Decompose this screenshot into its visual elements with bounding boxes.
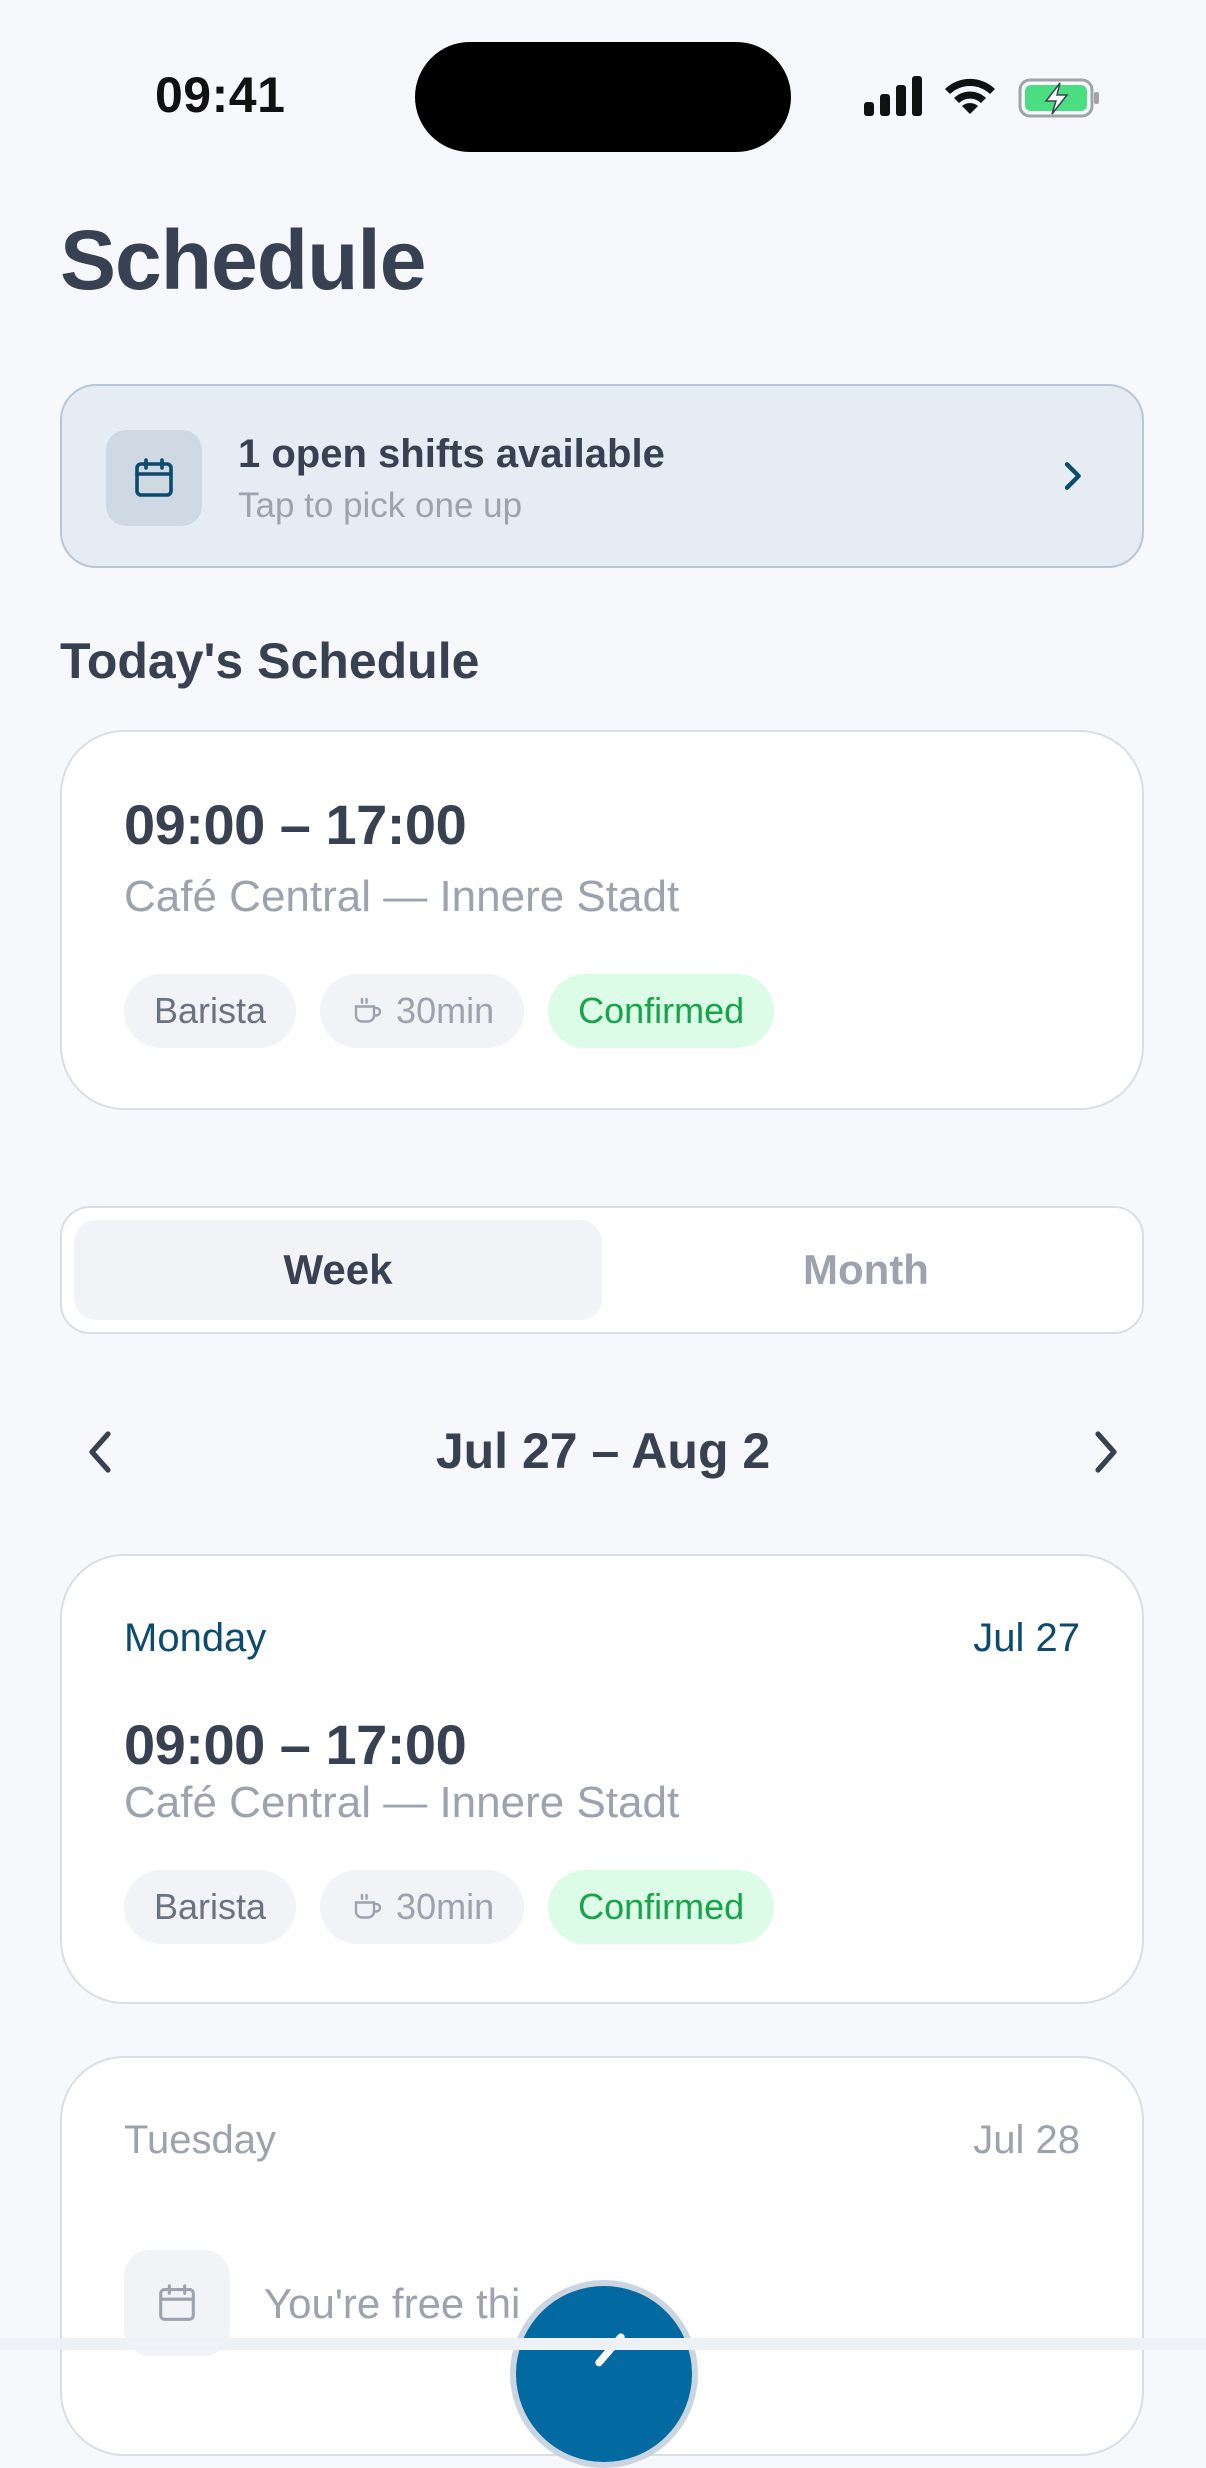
dynamic-island [415, 42, 791, 152]
free-day-text: You're free thi [264, 2280, 521, 2327]
status-badge: Confirmed [548, 974, 775, 1048]
section-title-today: Today's Schedule [60, 633, 480, 689]
break-badge: 30min [320, 974, 525, 1048]
calendar-icon [106, 430, 202, 526]
view-toggle: Week Month [60, 1206, 1144, 1334]
fab-button[interactable] [510, 2280, 698, 2468]
role-badge: Barista [124, 974, 297, 1048]
page-title: Schedule [60, 213, 426, 307]
today-shift-card[interactable]: 09:00 – 17:00 Café Central — Innere Stad… [60, 730, 1144, 1110]
chevron-left-icon[interactable] [78, 1424, 126, 1480]
day-name: Tuesday [124, 2118, 276, 2162]
shift-time: 09:00 – 17:00 [124, 1713, 467, 1776]
shift-chips: Barista 30min Confirmed [124, 1870, 775, 1944]
status-badge: Confirmed [548, 1870, 775, 1944]
tab-month[interactable]: Month [602, 1220, 1130, 1320]
open-shifts-banner[interactable]: 1 open shifts available Tap to pick one … [60, 384, 1144, 568]
chevron-right-icon[interactable] [1080, 1424, 1128, 1480]
banner-subtitle: Tap to pick one up [238, 486, 523, 525]
day-date: Jul 28 [973, 2118, 1080, 2162]
day-name: Monday [124, 1616, 267, 1660]
shift-time: 09:00 – 17:00 [124, 793, 467, 856]
wifi-icon [945, 78, 995, 114]
banner-title: 1 open shifts available [238, 432, 665, 476]
break-duration: 30min [396, 990, 495, 1031]
break-duration: 30min [396, 1886, 495, 1927]
day-card-monday[interactable]: Monday Jul 27 09:00 – 17:00 Café Central… [60, 1554, 1144, 2004]
coffee-cup-icon [350, 993, 386, 1029]
role-badge: Barista [124, 1870, 297, 1944]
shift-location: Café Central — Innere Stadt [124, 872, 680, 921]
break-badge: 30min [320, 1870, 525, 1944]
tab-week[interactable]: Week [74, 1220, 602, 1320]
cellular-signal-icon [864, 76, 922, 116]
status-bar-icons [864, 76, 1099, 118]
status-bar-time: 09:41 [155, 67, 286, 123]
chevron-right-icon [1064, 462, 1081, 490]
day-date: Jul 27 [973, 1616, 1080, 1660]
shift-chips: Barista 30min Confirmed [124, 974, 775, 1048]
shift-location: Café Central — Innere Stadt [124, 1778, 680, 1827]
battery-charging-icon [1018, 78, 1099, 118]
coffee-cup-icon [350, 1889, 386, 1925]
bottom-bar [0, 2338, 1206, 2350]
week-range-label: Jul 27 – Aug 2 [435, 1423, 771, 1479]
